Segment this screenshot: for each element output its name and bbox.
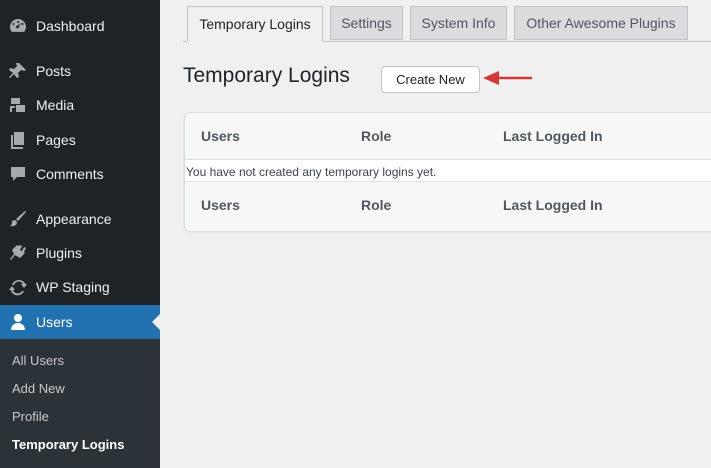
pin-icon <box>0 61 36 81</box>
refresh-icon <box>0 277 36 297</box>
column-footer-role[interactable]: Role <box>361 197 391 213</box>
submenu-profile[interactable]: Profile <box>12 409 49 424</box>
active-indicator <box>152 314 160 330</box>
column-footer-last-logged-in[interactable]: Last Logged In <box>503 197 603 213</box>
tab-settings[interactable]: Settings <box>330 6 403 40</box>
sidebar-item-label: Users <box>36 314 73 330</box>
submenu-add-new[interactable]: Add New <box>12 381 65 396</box>
dashboard-icon <box>0 16 36 36</box>
table-header-row: Users Role Last Logged In <box>185 113 711 159</box>
users-submenu: All Users Add New Profile Temporary Logi… <box>0 339 160 468</box>
divider <box>185 159 711 160</box>
sidebar-item-dashboard[interactable]: Dashboard <box>0 9 160 43</box>
plug-icon <box>0 243 36 263</box>
tab-other-awesome-plugins[interactable]: Other Awesome Plugins <box>514 6 688 40</box>
arrow-pointer-icon <box>483 71 532 85</box>
sidebar-item-label: Pages <box>36 132 76 148</box>
temporary-logins-table: Users Role Last Logged In You have not c… <box>184 112 711 232</box>
comment-icon <box>0 164 36 184</box>
column-header-role[interactable]: Role <box>361 128 391 144</box>
sidebar-item-users[interactable]: Users <box>0 305 160 339</box>
tab-temporary-logins[interactable]: Temporary Logins <box>187 6 323 42</box>
admin-sidebar: Dashboard Posts Media Pages Comments App… <box>0 0 160 468</box>
table-footer-row: Users Role Last Logged In <box>185 182 711 231</box>
sidebar-item-label: Dashboard <box>36 18 105 34</box>
sidebar-item-plugins[interactable]: Plugins <box>0 236 160 270</box>
sidebar-item-appearance[interactable]: Appearance <box>0 202 160 236</box>
sidebar-item-label: Plugins <box>36 245 82 261</box>
sidebar-item-posts[interactable]: Posts <box>0 54 160 88</box>
submenu-temporary-logins[interactable]: Temporary Logins <box>12 437 124 452</box>
empty-state-message: You have not created any temporary login… <box>186 165 437 179</box>
sidebar-item-label: Media <box>36 97 75 113</box>
sidebar-item-label: WP Staging <box>36 279 110 295</box>
column-footer-users[interactable]: Users <box>201 197 240 213</box>
sidebar-item-label: Posts <box>36 63 72 79</box>
submenu-all-users[interactable]: All Users <box>12 353 64 368</box>
brush-icon <box>0 209 36 229</box>
media-icon <box>0 95 36 115</box>
create-new-button[interactable]: Create New <box>381 66 480 93</box>
sidebar-item-label: Appearance <box>36 211 112 227</box>
sidebar-item-media[interactable]: Media <box>0 88 160 122</box>
sidebar-item-comments[interactable]: Comments <box>0 157 160 191</box>
column-header-last-logged-in[interactable]: Last Logged In <box>503 128 603 144</box>
tab-system-info[interactable]: System Info <box>410 6 507 40</box>
pages-icon <box>0 130 36 150</box>
sidebar-item-pages[interactable]: Pages <box>0 123 160 157</box>
user-icon <box>0 312 36 332</box>
sidebar-item-wp-staging[interactable]: WP Staging <box>0 270 160 304</box>
page-title: Temporary Logins <box>183 64 350 87</box>
column-header-users[interactable]: Users <box>201 128 240 144</box>
sidebar-item-label: Comments <box>36 166 104 182</box>
